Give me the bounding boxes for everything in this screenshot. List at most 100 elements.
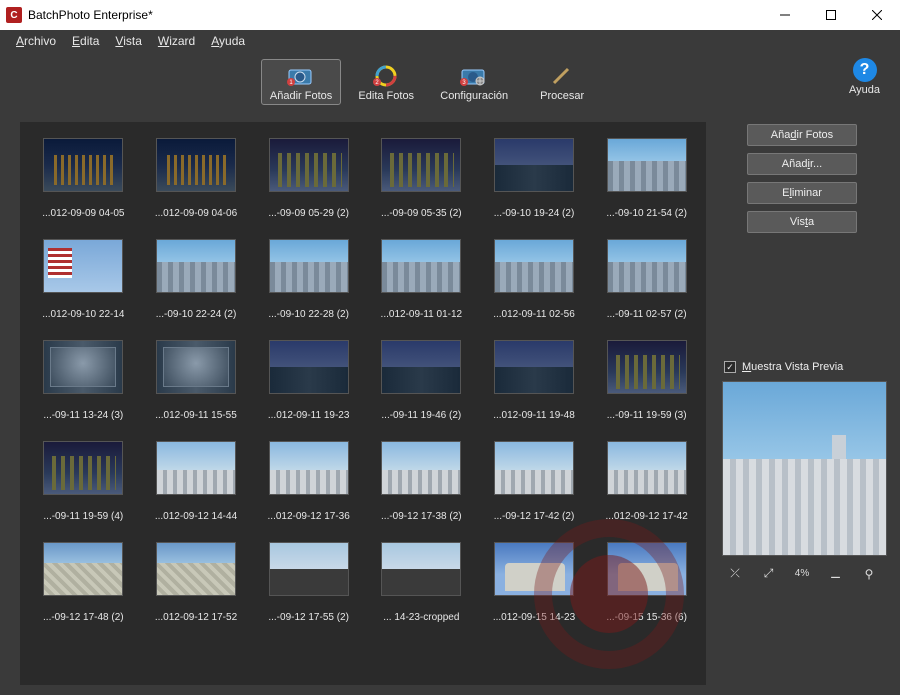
toolbar-process[interactable]: Procesar bbox=[525, 59, 599, 105]
thumbnail-label: ...-09-11 02-57 (2) bbox=[607, 309, 687, 320]
wand-icon bbox=[548, 64, 576, 88]
thumbnail-cell[interactable]: ...-09-11 02-57 (2) bbox=[597, 239, 696, 320]
thumbnail-image bbox=[494, 340, 574, 394]
window-title: BatchPhoto Enterprise* bbox=[28, 8, 762, 22]
thumbnail-label: ...012-09-10 22-14 bbox=[42, 309, 124, 320]
add-button[interactable]: Añadir... bbox=[747, 153, 857, 175]
thumbnail-grid: ...012-09-09 04-05...012-09-09 04-06...-… bbox=[34, 138, 696, 623]
thumbnail-cell[interactable]: ...-09-10 19-24 (2) bbox=[485, 138, 584, 219]
thumbnail-cell[interactable]: ...012-09-15 14-23 bbox=[485, 542, 584, 623]
thumbnail-label: ...-09-10 22-28 (2) bbox=[268, 309, 349, 320]
thumbnail-image bbox=[494, 441, 574, 495]
thumbnail-image bbox=[381, 138, 461, 192]
thumbnail-label: ...012-09-12 17-52 bbox=[155, 612, 237, 623]
thumbnail-image bbox=[269, 138, 349, 192]
maximize-button[interactable] bbox=[808, 0, 854, 30]
thumbnail-cell[interactable]: ...012-09-11 01-12 bbox=[372, 239, 471, 320]
preview-image[interactable] bbox=[722, 381, 887, 556]
window-controls bbox=[762, 0, 900, 30]
thumbnail-label: ...-09-12 17-48 (2) bbox=[43, 612, 124, 623]
toolbar-edit-photos[interactable]: 2 Edita Fotos bbox=[349, 59, 423, 105]
zoom-in-icon[interactable]: ⚲ bbox=[858, 567, 880, 581]
zoom-out-icon[interactable]: ⚊ bbox=[825, 567, 847, 581]
view-button[interactable]: Vista bbox=[747, 211, 857, 233]
thumbnail-label: ...-09-12 17-38 (2) bbox=[381, 511, 462, 522]
thumbnail-cell[interactable]: ...012-09-09 04-06 bbox=[147, 138, 246, 219]
thumbnail-label: ...-09-11 19-59 (4) bbox=[43, 511, 123, 522]
thumbnail-label: ...-09-11 19-59 (3) bbox=[607, 410, 687, 421]
thumbnail-cell[interactable]: ...-09-10 21-54 (2) bbox=[597, 138, 696, 219]
thumbnail-label: ...012-09-11 01-12 bbox=[381, 309, 463, 320]
thumbnail-cell[interactable]: ...-09-12 17-42 (2) bbox=[485, 441, 584, 522]
menu-wizard[interactable]: Wizard bbox=[150, 32, 203, 50]
thumbnail-label: ...012-09-11 19-23 bbox=[268, 410, 350, 421]
thumbnail-cell[interactable]: ...-09-12 17-55 (2) bbox=[259, 542, 358, 623]
thumbnail-cell[interactable]: ...012-09-12 14-44 bbox=[147, 441, 246, 522]
camera-add-icon: 1 bbox=[287, 64, 315, 88]
thumbnail-label: ...012-09-11 15-55 bbox=[155, 410, 237, 421]
color-wheel-icon: 2 bbox=[372, 64, 400, 88]
thumbnail-image bbox=[269, 441, 349, 495]
show-preview-checkbox[interactable]: ✓ Muestra Vista Previa bbox=[724, 361, 882, 373]
thumbnail-image bbox=[607, 441, 687, 495]
menu-vista[interactable]: Vista bbox=[107, 32, 149, 50]
titlebar: BatchPhoto Enterprise* bbox=[0, 0, 900, 30]
thumbnail-image bbox=[381, 340, 461, 394]
thumbnail-grid-panel[interactable]: ...012-09-09 04-05...012-09-09 04-06...-… bbox=[20, 122, 706, 685]
thumbnail-label: ...-09-12 17-42 (2) bbox=[494, 511, 575, 522]
thumbnail-image bbox=[607, 138, 687, 192]
thumbnail-cell[interactable]: ...012-09-11 15-55 bbox=[147, 340, 246, 421]
show-preview-label: Muestra Vista Previa bbox=[742, 361, 843, 373]
thumbnail-image bbox=[269, 542, 349, 596]
content-area: ...012-09-09 04-05...012-09-09 04-06...-… bbox=[0, 112, 900, 695]
toolbar-help[interactable]: ? Ayuda bbox=[849, 58, 880, 96]
thumbnail-cell[interactable]: ...-09-11 13-24 (3) bbox=[34, 340, 133, 421]
thumbnail-label: ...-09-11 19-46 (2) bbox=[381, 410, 461, 421]
thumbnail-image bbox=[43, 138, 123, 192]
thumbnail-cell[interactable]: ...-09-09 05-29 (2) bbox=[259, 138, 358, 219]
thumbnail-cell[interactable]: ...012-09-12 17-36 bbox=[259, 441, 358, 522]
thumbnail-cell[interactable]: ...012-09-12 17-52 bbox=[147, 542, 246, 623]
thumbnail-cell[interactable]: ...-09-11 19-59 (4) bbox=[34, 441, 133, 522]
thumbnail-cell[interactable]: ... 14-23-cropped bbox=[372, 542, 471, 623]
thumbnail-image bbox=[381, 542, 461, 596]
fit-icon[interactable]: ⤫ bbox=[724, 566, 746, 581]
right-panel: Añadir Fotos Añadir... Eliminar Vista ✓ … bbox=[710, 112, 900, 695]
fullscreen-icon[interactable]: ⤢ bbox=[758, 566, 780, 581]
toolbar-add-photos[interactable]: 1 Añadir Fotos bbox=[261, 59, 341, 105]
minimize-button[interactable] bbox=[762, 0, 808, 30]
thumbnail-cell[interactable]: ...012-09-11 19-48 bbox=[485, 340, 584, 421]
close-button[interactable] bbox=[854, 0, 900, 30]
thumbnail-cell[interactable]: ...012-09-10 22-14 bbox=[34, 239, 133, 320]
thumbnail-cell[interactable]: ...012-09-12 17-42 bbox=[597, 441, 696, 522]
toolbar-process-label: Procesar bbox=[540, 90, 584, 102]
thumbnail-cell[interactable]: ...-09-12 17-48 (2) bbox=[34, 542, 133, 623]
thumbnail-cell[interactable]: ...-09-15 15-36 (6) bbox=[597, 542, 696, 623]
toolbar-config[interactable]: 3 Configuración bbox=[431, 59, 517, 105]
thumbnail-label: ...012-09-11 19-48 bbox=[493, 410, 575, 421]
toolbar-config-label: Configuración bbox=[440, 90, 508, 102]
add-photos-button[interactable]: Añadir Fotos bbox=[747, 124, 857, 146]
delete-button[interactable]: Eliminar bbox=[747, 182, 857, 204]
thumbnail-image bbox=[43, 340, 123, 394]
thumbnail-cell[interactable]: ...-09-10 22-28 (2) bbox=[259, 239, 358, 320]
menu-archivo[interactable]: Archivo bbox=[8, 32, 64, 50]
app-icon bbox=[6, 7, 22, 23]
thumbnail-image bbox=[607, 239, 687, 293]
thumbnail-cell[interactable]: ...-09-09 05-35 (2) bbox=[372, 138, 471, 219]
toolbar: 1 Añadir Fotos 2 Edita Fotos 3 Configura… bbox=[0, 52, 900, 112]
thumbnail-image bbox=[156, 138, 236, 192]
thumbnail-cell[interactable]: ...012-09-11 19-23 bbox=[259, 340, 358, 421]
menu-ayuda[interactable]: Ayuda bbox=[203, 32, 253, 50]
thumbnail-cell[interactable]: ...-09-10 22-24 (2) bbox=[147, 239, 246, 320]
thumbnail-cell[interactable]: ...012-09-11 02-56 bbox=[485, 239, 584, 320]
thumbnail-cell[interactable]: ...-09-12 17-38 (2) bbox=[372, 441, 471, 522]
thumbnail-cell[interactable]: ...012-09-09 04-05 bbox=[34, 138, 133, 219]
thumbnail-cell[interactable]: ...-09-11 19-46 (2) bbox=[372, 340, 471, 421]
help-icon: ? bbox=[853, 58, 877, 82]
thumbnail-label: ...-09-09 05-35 (2) bbox=[381, 208, 462, 219]
menu-edita[interactable]: Edita bbox=[64, 32, 107, 50]
thumbnail-cell[interactable]: ...-09-11 19-59 (3) bbox=[597, 340, 696, 421]
camera-gear-icon: 3 bbox=[460, 64, 488, 88]
thumbnail-image bbox=[269, 239, 349, 293]
